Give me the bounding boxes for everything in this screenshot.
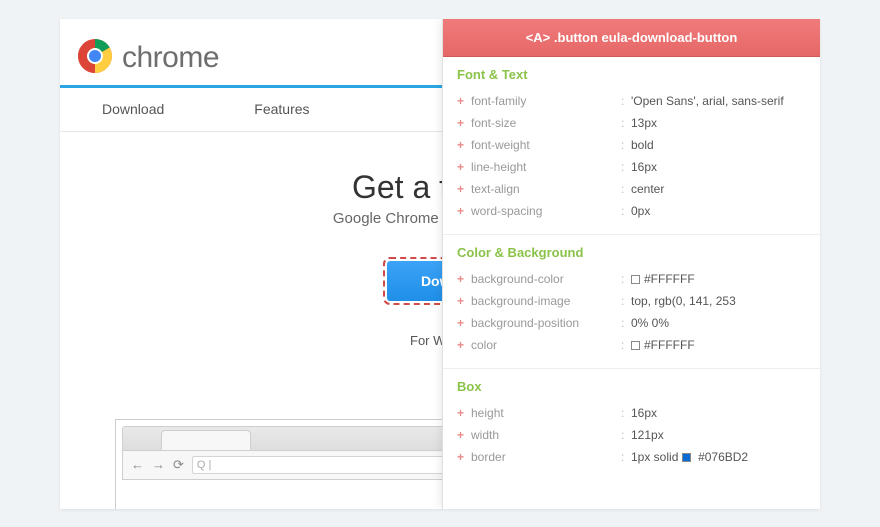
browser-preview: ← → ⟳ Q | — [115, 419, 495, 509]
prop-list-font: +font-family:'Open Sans', arial, sans-se… — [457, 90, 806, 222]
brand: chrome — [78, 39, 219, 78]
section-box: Box +height:16px +width:121px +border:1p… — [443, 369, 820, 480]
nav-features[interactable]: Features — [254, 101, 309, 117]
add-icon[interactable]: + — [457, 156, 471, 178]
add-icon[interactable]: + — [457, 290, 471, 312]
section-title-box: Box — [457, 379, 806, 394]
omnibox[interactable]: Q | — [192, 456, 479, 474]
add-icon[interactable]: + — [457, 178, 471, 200]
nav-download[interactable]: Download — [102, 101, 164, 117]
prop-row: +background-color:#FFFFFF — [457, 268, 806, 290]
chrome-logo-icon — [78, 39, 112, 78]
add-icon[interactable]: + — [457, 200, 471, 222]
add-icon[interactable]: + — [457, 446, 471, 468]
prop-row: +background-image:top, rgb(0, 141, 253 — [457, 290, 806, 312]
section-title-font: Font & Text — [457, 67, 806, 82]
prop-row: +font-size:13px — [457, 112, 806, 134]
browser-toolbar: ← → ⟳ Q | — [122, 450, 488, 480]
prop-list-box: +height:16px +width:121px +border:1px so… — [457, 402, 806, 468]
color-swatch-icon[interactable] — [631, 341, 640, 350]
prop-row: +font-weight:bold — [457, 134, 806, 156]
brand-name: chrome — [122, 41, 219, 75]
browser-tab[interactable] — [161, 430, 251, 450]
prop-row: +line-height:16px — [457, 156, 806, 178]
prop-row: +border:1px solid #076BD2 — [457, 446, 806, 468]
add-icon[interactable]: + — [457, 268, 471, 290]
prop-row: +height:16px — [457, 402, 806, 424]
prop-row: +font-family:'Open Sans', arial, sans-se… — [457, 90, 806, 112]
prop-row: +color:#FFFFFF — [457, 334, 806, 356]
add-icon[interactable]: + — [457, 402, 471, 424]
prop-row: +background-position:0% 0% — [457, 312, 806, 334]
add-icon[interactable]: + — [457, 112, 471, 134]
css-inspector-panel: <A> .button eula-download-button Font & … — [442, 19, 820, 509]
section-color-background: Color & Background +background-color:#FF… — [443, 235, 820, 369]
omnibox-content: Q | — [197, 459, 211, 471]
inspector-selector-header[interactable]: <A> .button eula-download-button — [443, 19, 820, 57]
prop-list-color: +background-color:#FFFFFF +background-im… — [457, 268, 806, 356]
color-swatch-icon[interactable] — [631, 275, 640, 284]
reload-icon[interactable]: ⟳ — [173, 457, 184, 473]
back-icon[interactable]: ← — [131, 457, 144, 472]
add-icon[interactable]: + — [457, 312, 471, 334]
add-icon[interactable]: + — [457, 90, 471, 112]
section-font-text: Font & Text +font-family:'Open Sans', ar… — [443, 57, 820, 235]
prop-row: +text-align:center — [457, 178, 806, 200]
browser-tabbar — [122, 426, 488, 450]
prop-row: +word-spacing:0px — [457, 200, 806, 222]
forward-icon[interactable]: → — [152, 457, 165, 472]
section-title-color: Color & Background — [457, 245, 806, 260]
add-icon[interactable]: + — [457, 334, 471, 356]
add-icon[interactable]: + — [457, 134, 471, 156]
add-icon[interactable]: + — [457, 424, 471, 446]
color-swatch-icon[interactable] — [682, 453, 691, 462]
prop-row: +width:121px — [457, 424, 806, 446]
